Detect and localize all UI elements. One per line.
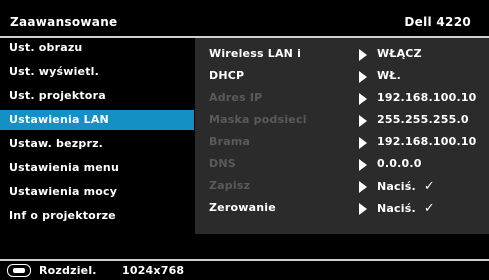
sidebar-item-label: Ust. projektora bbox=[9, 89, 106, 102]
arrow-right-icon bbox=[359, 137, 367, 149]
setting-value: 0.0.0.0 bbox=[377, 157, 422, 170]
sidebar-item-info[interactable]: Inf o projektorze bbox=[0, 206, 194, 226]
setting-label: Maska podsieci bbox=[209, 113, 307, 126]
resolution-label: Rozdziel. bbox=[39, 264, 97, 277]
osd-menu: Zaawansowane Dell 4220 Ust. obrazu Ust. … bbox=[0, 0, 489, 280]
setting-row-gateway: Brama 192.168.100.10 bbox=[195, 132, 489, 152]
setting-row-dns: DNS 0.0.0.0 bbox=[195, 154, 489, 174]
arrow-right-icon bbox=[359, 71, 367, 83]
sidebar-item-lan[interactable]: Ustawienia LAN bbox=[0, 110, 194, 130]
sidebar-item-projector[interactable]: Ust. projektora bbox=[0, 86, 194, 106]
setting-value: Naciś. ✓ bbox=[377, 201, 435, 216]
setting-label: Zapisz bbox=[209, 179, 251, 192]
setting-value: 192.168.100.10 bbox=[377, 135, 477, 148]
arrow-right-icon bbox=[359, 203, 367, 215]
sidebar-item-label: Ustawienia LAN bbox=[9, 113, 109, 126]
setting-row-ip-address: Adres IP 192.168.100.10 bbox=[195, 88, 489, 108]
setting-value: 255.255.255.0 bbox=[377, 113, 469, 126]
menu-title: Zaawansowane bbox=[10, 15, 118, 29]
press-label: Naciś. bbox=[377, 180, 416, 193]
sidebar-item-label: Ust. obrazu bbox=[9, 41, 83, 54]
sidebar-item-label: Ustawienia mocy bbox=[9, 185, 118, 198]
setting-row-subnet-mask: Maska podsieci 255.255.255.0 bbox=[195, 110, 489, 130]
sidebar-item-label: Ustaw. bezprz. bbox=[9, 137, 104, 150]
model-name: Dell 4220 bbox=[404, 15, 471, 29]
setting-row-wireless-lan[interactable]: Wireless LAN i WŁĄCZ bbox=[195, 44, 489, 64]
sidebar-item-wireless[interactable]: Ustaw. bezprz. bbox=[0, 134, 194, 154]
checkmark-icon: ✓ bbox=[423, 179, 435, 194]
sidebar-item-label: Ust. wyświetl. bbox=[9, 65, 100, 78]
lan-settings-panel: Wireless LAN i WŁĄCZ DHCP WŁ. Adres IP 1… bbox=[195, 38, 489, 234]
setting-value: WŁ. bbox=[377, 69, 401, 82]
setting-value: Naciś. ✓ bbox=[377, 179, 435, 194]
setting-label: DHCP bbox=[209, 69, 245, 82]
footer: Rozdziel. 1024x768 bbox=[0, 261, 489, 280]
arrow-right-icon bbox=[359, 181, 367, 193]
arrow-right-icon bbox=[359, 49, 367, 61]
setting-label: Wireless LAN i bbox=[209, 47, 302, 60]
setting-row-dhcp[interactable]: DHCP WŁ. bbox=[195, 66, 489, 86]
sidebar-item-display[interactable]: Ust. wyświetl. bbox=[0, 62, 194, 82]
setting-value: 192.168.100.10 bbox=[377, 91, 477, 104]
arrow-right-icon bbox=[359, 93, 367, 105]
setting-label: DNS bbox=[209, 157, 236, 170]
arrow-right-icon bbox=[359, 159, 367, 171]
setting-label: Adres IP bbox=[209, 91, 263, 104]
arrow-right-icon bbox=[359, 115, 367, 127]
sidebar-item-picture[interactable]: Ust. obrazu bbox=[0, 38, 194, 58]
setting-value: WŁĄCZ bbox=[377, 47, 422, 60]
display-icon bbox=[7, 264, 31, 277]
sidebar-item-power[interactable]: Ustawienia mocy bbox=[0, 182, 194, 202]
checkmark-icon: ✓ bbox=[423, 201, 435, 216]
setting-row-reset[interactable]: Zerowanie Naciś. ✓ bbox=[195, 198, 489, 218]
resolution-value: 1024x768 bbox=[122, 264, 185, 277]
sidebar-item-label: Ustawienia menu bbox=[9, 161, 119, 174]
setting-label: Zerowanie bbox=[209, 201, 276, 214]
sidebar-item-label: Inf o projektorze bbox=[9, 209, 116, 222]
header: Zaawansowane Dell 4220 bbox=[0, 12, 489, 34]
setting-row-save: Zapisz Naciś. ✓ bbox=[195, 176, 489, 196]
setting-label: Brama bbox=[209, 135, 251, 148]
sidebar-item-menu[interactable]: Ustawienia menu bbox=[0, 158, 194, 178]
sidebar: Ust. obrazu Ust. wyświetl. Ust. projekto… bbox=[0, 38, 194, 234]
press-label: Naciś. bbox=[377, 202, 416, 215]
